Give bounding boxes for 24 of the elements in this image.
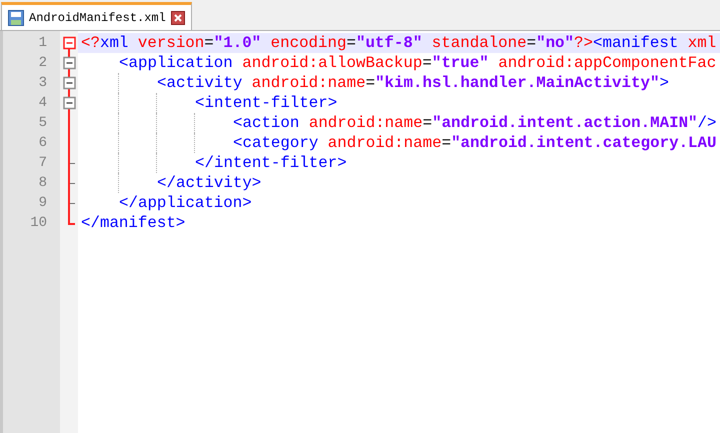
code-line: <category android:name="android.intent.category.LAU <box>233 134 716 152</box>
code-line: </activity> <box>157 174 262 192</box>
line-number: 5 <box>38 115 48 131</box>
code-line: <activity android:name="kim.hsl.handler.MainActivity"> <box>157 74 669 92</box>
code-line: </manifest> <box>81 214 186 232</box>
line-number: 1 <box>38 35 48 51</box>
document-icon <box>8 10 24 26</box>
line-number: 3 <box>38 75 48 91</box>
code-line: </application> <box>119 194 252 212</box>
line-number: 10 <box>29 215 48 231</box>
close-icon[interactable] <box>170 10 185 24</box>
line-number: 4 <box>38 95 48 111</box>
code-line: <application android:allowBackup="true" android:appComponentFac <box>119 54 716 72</box>
fold-end-icon <box>68 213 76 225</box>
line-number: 8 <box>38 175 48 191</box>
code-line: <intent-filter> <box>195 94 338 112</box>
line-number: 9 <box>38 195 48 211</box>
code-line: </intent-filter> <box>195 154 347 172</box>
line-number: 7 <box>38 155 48 171</box>
code-line: <action android:name="android.intent.action.MAIN"/> <box>233 114 716 132</box>
line-number: 6 <box>38 135 48 151</box>
code-line: <?xml version="1.0" encoding="utf-8" standalone="no"?><manifest xml <box>81 34 716 52</box>
line-number: 2 <box>38 55 48 71</box>
file-tab[interactable]: AndroidManifest.xml <box>1 2 192 30</box>
